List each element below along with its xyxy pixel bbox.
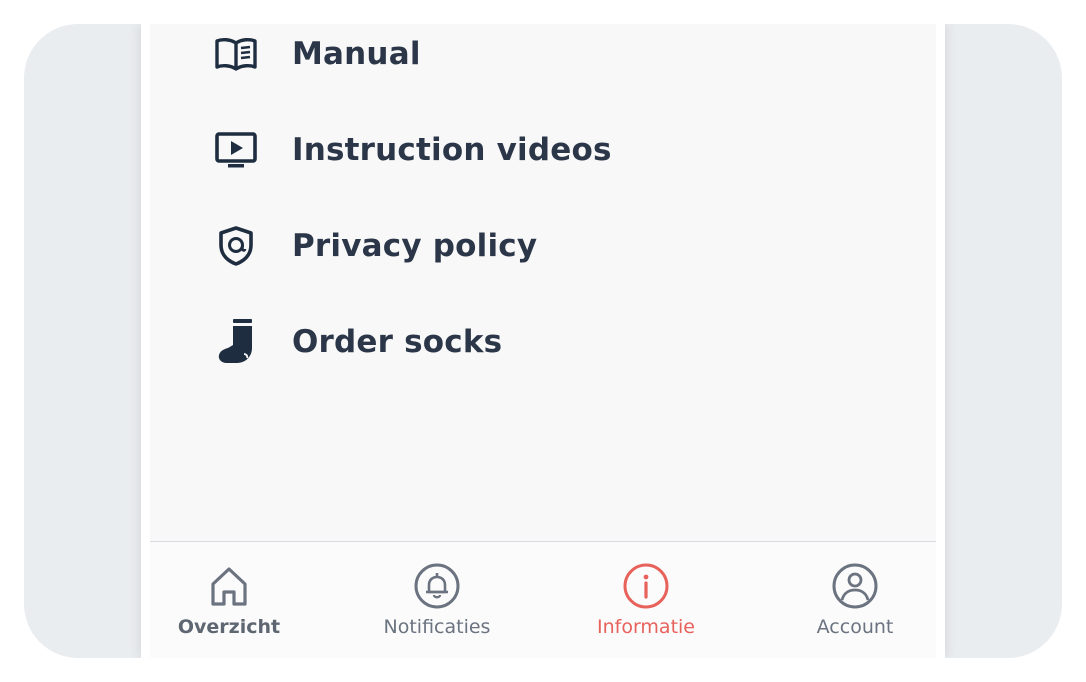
menu-item-label: Privacy policy	[292, 228, 538, 264]
info-icon	[622, 562, 670, 610]
bell-icon	[413, 562, 461, 610]
tab-account[interactable]: Account	[757, 542, 953, 658]
menu-item-label: Order socks	[292, 324, 503, 360]
menu-item-privacy-policy[interactable]: Privacy policy	[150, 206, 936, 286]
device-frame: Manual Instruction videos Privacy policy…	[24, 24, 1062, 658]
tab-notificaties[interactable]: Notificaties	[339, 542, 535, 658]
information-menu: Manual Instruction videos Privacy policy…	[150, 24, 936, 541]
menu-item-manual[interactable]: Manual	[150, 24, 936, 94]
tab-label: Notificaties	[383, 616, 491, 638]
sock-icon	[214, 319, 258, 363]
menu-item-label: Instruction videos	[292, 132, 612, 168]
tab-overzicht[interactable]: Overzicht	[131, 542, 327, 658]
tab-label: Overzicht	[177, 616, 281, 638]
book-icon	[214, 34, 258, 74]
menu-item-instruction-videos[interactable]: Instruction videos	[150, 110, 936, 190]
shield-at-icon	[214, 226, 258, 266]
home-icon	[205, 562, 253, 610]
tab-label: Account	[816, 616, 894, 638]
app-screen: Manual Instruction videos Privacy policy…	[141, 24, 945, 658]
video-play-icon	[214, 130, 258, 170]
user-circle-icon	[831, 562, 879, 610]
menu-item-order-socks[interactable]: Order socks	[150, 302, 936, 382]
bottom-tab-bar: Overzicht Notificaties Informatie Accoun…	[150, 542, 936, 658]
tab-label: Informatie	[596, 616, 695, 638]
tab-informatie[interactable]: Informatie	[548, 542, 744, 658]
menu-item-label: Manual	[292, 36, 421, 72]
